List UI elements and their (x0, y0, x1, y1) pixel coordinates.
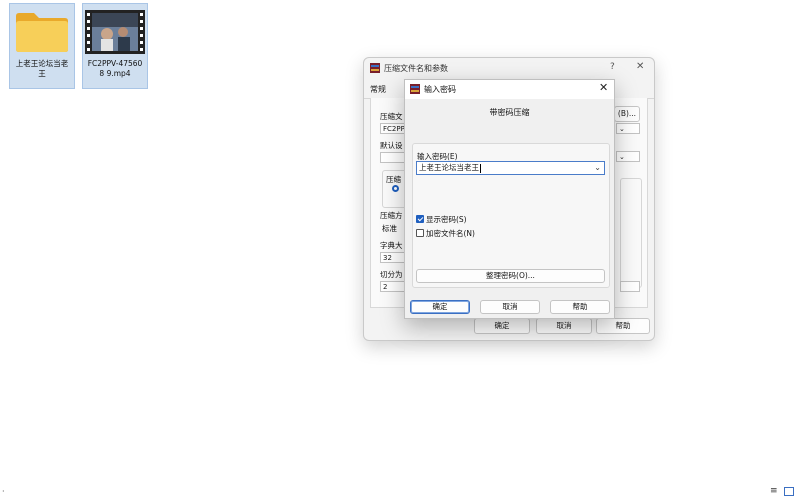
show-password-label[interactable]: 显示密码(S) (426, 214, 467, 225)
browse-button[interactable]: (B)... (614, 106, 640, 122)
help-button[interactable]: 帮助 (550, 300, 610, 314)
encrypt-filenames-label[interactable]: 加密文件名(N) (426, 228, 475, 239)
help-button[interactable]: 帮助 (596, 318, 650, 334)
ok-button[interactable]: 确定 (410, 300, 470, 314)
ok-button[interactable]: 确定 (474, 318, 530, 334)
tiles-view-icon[interactable] (784, 487, 794, 496)
encrypt-filenames-checkbox[interactable] (416, 229, 424, 237)
dictionary-label: 字典大 (380, 241, 403, 250)
password-dialog-title: 输入密码 (424, 85, 456, 94)
folder-label: 上老王论坛当老王 (15, 59, 69, 78)
split-unit-field[interactable] (620, 281, 640, 292)
method-value[interactable]: 标准 (382, 223, 397, 234)
default-settings-dropdown[interactable]: ⌄ (616, 151, 640, 162)
archive-name-dropdown[interactable]: ⌄ (616, 123, 640, 134)
help-icon[interactable]: ? (610, 62, 615, 72)
archive-dialog-title: 压缩文件名和参数 (384, 64, 448, 73)
folder-icon (14, 10, 70, 56)
text-caret (480, 163, 481, 173)
cancel-button[interactable]: 取消 (536, 318, 592, 334)
default-settings-label: 默认设 (380, 141, 403, 150)
format-radio[interactable] (392, 185, 399, 192)
winrar-app-icon (370, 63, 380, 73)
details-view-icon[interactable]: ≡ (770, 486, 778, 496)
close-icon[interactable]: ✕ (636, 61, 644, 72)
desktop-video-icon-item[interactable]: FC2PPV-475608 9.mp4 (82, 3, 148, 89)
organize-passwords-button[interactable]: 整理密码(O)... (416, 269, 605, 283)
password-input[interactable]: 上老王论坛当老王 ⌄ (416, 161, 605, 175)
password-dialog: 输入密码 ✕ 带密码压缩 输入密码(E) 上老王论坛当老王 ⌄ 显示密码(S) … (404, 79, 615, 319)
archive-dialog-titlebar: 压缩文件名和参数 ? ✕ (364, 58, 654, 80)
password-heading: 带密码压缩 (489, 108, 530, 117)
show-password-checkbox[interactable] (416, 215, 424, 223)
method-label: 压缩方 (380, 211, 403, 220)
winrar-app-icon (410, 84, 420, 94)
format-group-label: 压缩 (386, 175, 401, 184)
chevron-down-icon: ⌄ (619, 153, 625, 161)
options-groupbox (620, 178, 642, 288)
password-input-value: 上老王论坛当老王 (419, 163, 479, 172)
password-dialog-titlebar: 输入密码 ✕ (405, 80, 614, 99)
desktop-folder-icon-item[interactable]: 上老王论坛当老王 (9, 3, 75, 89)
video-label: FC2PPV-475608 9.mp4 (87, 59, 143, 78)
video-thumbnail-icon (85, 10, 145, 56)
cancel-button[interactable]: 取消 (480, 300, 540, 314)
split-label: 切分为 (380, 270, 403, 279)
chevron-down-icon[interactable]: ⌄ (594, 162, 601, 174)
tab-general[interactable]: 常规 (370, 84, 386, 95)
close-icon[interactable]: ✕ (599, 81, 608, 94)
taskbar-edge-icon: · (2, 487, 5, 496)
archive-name-label: 压缩文 (380, 112, 403, 121)
chevron-down-icon: ⌄ (619, 125, 625, 133)
